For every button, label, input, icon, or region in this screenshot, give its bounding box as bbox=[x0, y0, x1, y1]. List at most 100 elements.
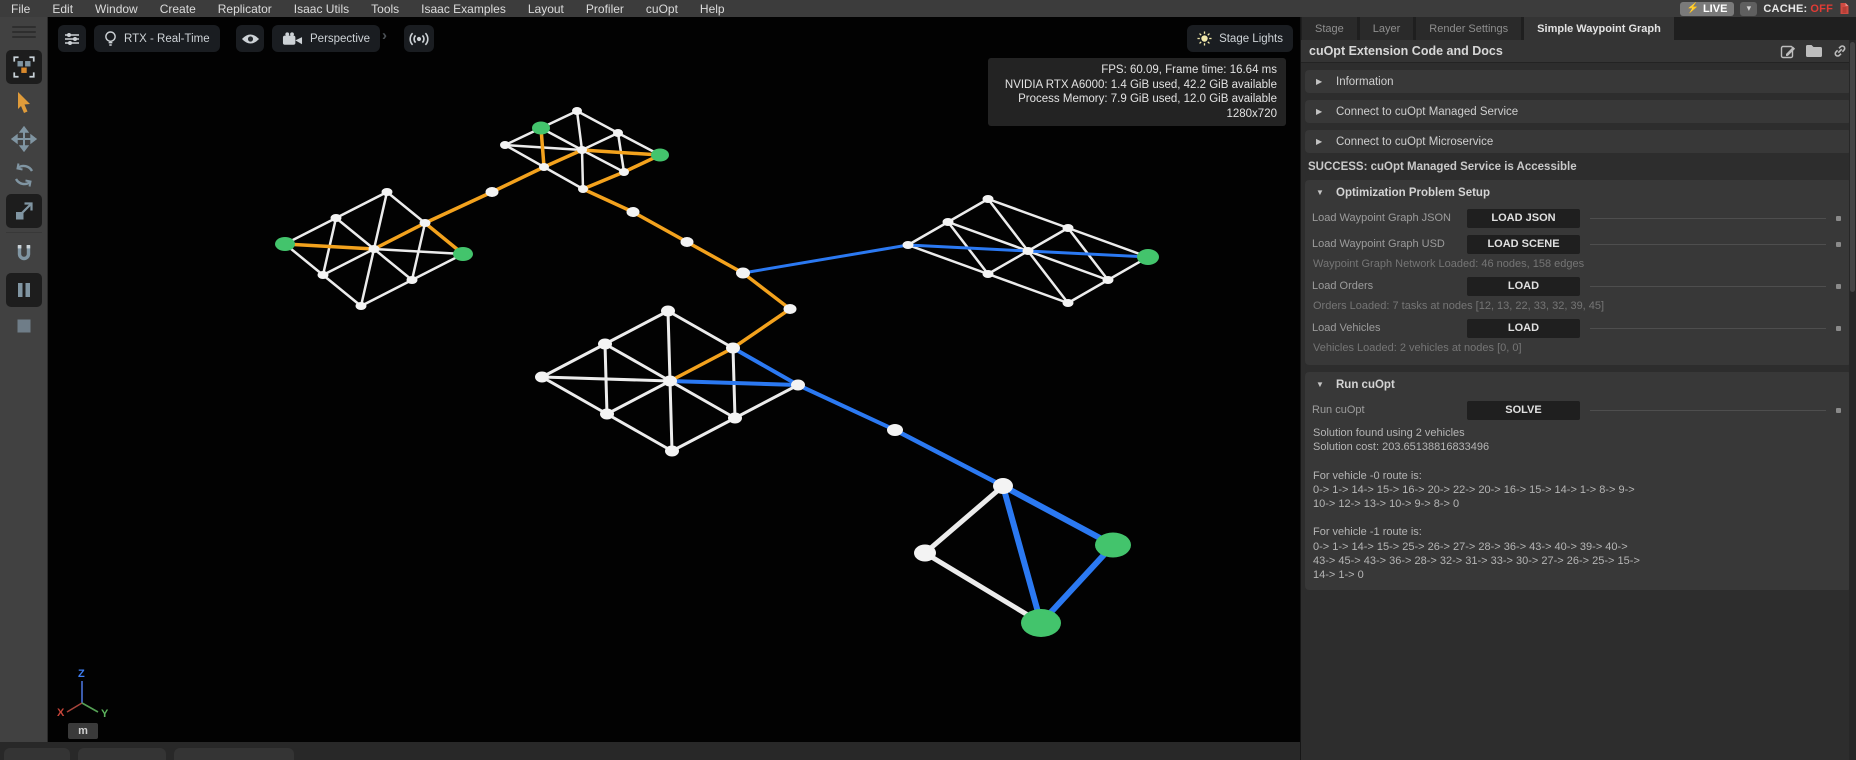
waypoint-signal-button[interactable] bbox=[404, 25, 434, 52]
vehicle1-route-edge bbox=[798, 385, 895, 430]
open-folder-icon[interactable] bbox=[1805, 44, 1823, 58]
bottom-tab[interactable] bbox=[174, 748, 294, 760]
graph-task-node bbox=[453, 247, 473, 261]
stage-lights-button[interactable]: Stage Lights bbox=[1187, 25, 1293, 52]
graph-node bbox=[736, 268, 750, 279]
scale-tool-button[interactable] bbox=[6, 194, 42, 228]
tab-simple-waypoint-graph[interactable]: Simple Waypoint Graph bbox=[1524, 17, 1674, 40]
sun-icon bbox=[1197, 31, 1212, 46]
vehicle0-route-edge bbox=[492, 167, 544, 192]
load-json-button[interactable]: LOAD JSON bbox=[1467, 209, 1580, 228]
bottom-tab[interactable] bbox=[78, 748, 166, 760]
row-end-dot bbox=[1836, 242, 1841, 247]
section-connect-to-cuopt-managed-service[interactable]: ▶Connect to cuOpt Managed Service bbox=[1305, 100, 1852, 123]
graph-edge bbox=[577, 111, 618, 133]
graph-node bbox=[663, 376, 677, 387]
graph-node bbox=[486, 187, 499, 197]
menu-item-cuopt[interactable]: cuOpt bbox=[635, 2, 689, 16]
solver-result-line bbox=[1305, 454, 1852, 468]
graph-edge bbox=[607, 414, 672, 451]
menu-item-file[interactable]: File bbox=[0, 2, 41, 16]
move-tool-button[interactable] bbox=[6, 122, 42, 156]
graph-node bbox=[619, 168, 629, 176]
cache-document-icon[interactable] bbox=[1839, 2, 1850, 15]
link-icon[interactable] bbox=[1832, 43, 1848, 59]
panel-scrollbar[interactable] bbox=[1849, 40, 1856, 760]
select-tool-button[interactable] bbox=[6, 86, 42, 120]
grid-unit-label: m bbox=[68, 723, 98, 739]
menu-item-profiler[interactable]: Profiler bbox=[575, 2, 635, 16]
run-cuopt-frame: ▼ Run cuOpt Run cuOptSOLVE Solution foun… bbox=[1305, 372, 1852, 590]
renderer-button[interactable]: RTX - Real-Time bbox=[94, 25, 220, 52]
live-button[interactable]: ⚡ LIVE bbox=[1680, 2, 1735, 16]
eye-icon bbox=[241, 33, 260, 45]
prim-select-icon bbox=[11, 54, 37, 80]
load-scene-button[interactable]: LOAD SCENE bbox=[1467, 235, 1580, 254]
tab-render-settings[interactable]: Render Settings bbox=[1416, 17, 1521, 40]
tab-stage[interactable]: Stage bbox=[1302, 17, 1357, 40]
menu-item-tools[interactable]: Tools bbox=[360, 2, 410, 16]
cache-status: CACHE:OFF bbox=[1763, 3, 1833, 15]
graph-edge bbox=[582, 150, 583, 189]
load-button[interactable]: LOAD bbox=[1467, 277, 1580, 296]
snap-tool-button[interactable] bbox=[6, 237, 42, 271]
graph-node bbox=[1063, 299, 1074, 307]
pause-button[interactable] bbox=[6, 273, 42, 307]
graph-task-node bbox=[651, 149, 669, 162]
row-end-dot bbox=[1836, 284, 1841, 289]
rotate-tool-button[interactable] bbox=[6, 158, 42, 192]
pause-icon bbox=[13, 279, 35, 301]
rotate-icon bbox=[11, 162, 37, 188]
tab-layer[interactable]: Layer bbox=[1360, 17, 1414, 40]
camera-button[interactable]: Perspective bbox=[272, 25, 380, 52]
graph-node bbox=[784, 304, 797, 314]
run-cuopt-header[interactable]: ▼ Run cuOpt bbox=[1305, 372, 1852, 397]
vehicle0-route-edge bbox=[374, 223, 425, 249]
sliders-icon bbox=[64, 32, 80, 46]
bottom-tab[interactable] bbox=[4, 748, 70, 760]
vehicle1-route-edge bbox=[743, 245, 908, 273]
vehicle1-route-edge bbox=[908, 245, 1028, 251]
graph-node bbox=[983, 270, 994, 278]
vehicle0-route-edge bbox=[633, 212, 687, 242]
section-title: Connect to cuOpt Managed Service bbox=[1336, 106, 1518, 118]
solve-button[interactable]: SOLVE bbox=[1467, 401, 1580, 420]
row-end-dot bbox=[1836, 408, 1841, 413]
vehicle1-route-edge bbox=[670, 381, 798, 385]
menu-item-edit[interactable]: Edit bbox=[41, 2, 84, 16]
optimization-setup-header[interactable]: ▼ Optimization Problem Setup bbox=[1305, 180, 1852, 205]
viewport[interactable]: RTX - Real-Time Perspective › bbox=[48, 17, 1300, 742]
stage-lights-label: Stage Lights bbox=[1219, 33, 1283, 45]
performance-overlay-line: Process Memory: 7.9 GiB used, 12.0 GiB a… bbox=[988, 92, 1277, 107]
vehicle0-route-edge bbox=[582, 150, 660, 155]
menu-item-replicator[interactable]: Replicator bbox=[207, 2, 283, 16]
visibility-button[interactable] bbox=[236, 25, 264, 52]
stop-icon bbox=[13, 315, 35, 337]
optimization-setup-frame: ▼ Optimization Problem Setup Load Waypoi… bbox=[1305, 180, 1852, 365]
setting-row-run-cuopt: Run cuOptSOLVE bbox=[1305, 397, 1852, 423]
extension-title: cuOpt Extension Code and Docs bbox=[1309, 44, 1503, 58]
signal-icon bbox=[409, 32, 429, 46]
menu-item-help[interactable]: Help bbox=[689, 2, 736, 16]
optimization-setup-title: Optimization Problem Setup bbox=[1336, 187, 1490, 199]
menu-item-isaac-utils[interactable]: Isaac Utils bbox=[283, 2, 360, 16]
menu-item-isaac-examples[interactable]: Isaac Examples bbox=[410, 2, 517, 16]
viewport-settings-button[interactable] bbox=[58, 25, 86, 52]
graph-edge bbox=[908, 222, 948, 245]
toolbar-grip-handle[interactable] bbox=[12, 23, 36, 41]
graph-edge bbox=[374, 192, 387, 249]
info-text: Waypoint Graph Network Loaded: 46 nodes,… bbox=[1305, 257, 1852, 273]
graph-edge bbox=[670, 381, 735, 418]
live-dropdown-button[interactable]: ▾ bbox=[1740, 2, 1757, 16]
graph-node bbox=[577, 146, 587, 154]
section-connect-to-cuopt-microservice[interactable]: ▶Connect to cuOpt Microservice bbox=[1305, 130, 1852, 153]
menu-item-create[interactable]: Create bbox=[149, 2, 207, 16]
axis-x-label: X bbox=[57, 707, 65, 719]
section-information[interactable]: ▶Information bbox=[1305, 70, 1852, 93]
edit-code-icon[interactable] bbox=[1780, 43, 1796, 59]
load-button[interactable]: LOAD bbox=[1467, 319, 1580, 338]
menu-item-layout[interactable]: Layout bbox=[517, 2, 575, 16]
menu-item-window[interactable]: Window bbox=[84, 2, 149, 16]
stop-button[interactable] bbox=[6, 309, 42, 343]
selection-mode-button[interactable] bbox=[6, 50, 42, 84]
